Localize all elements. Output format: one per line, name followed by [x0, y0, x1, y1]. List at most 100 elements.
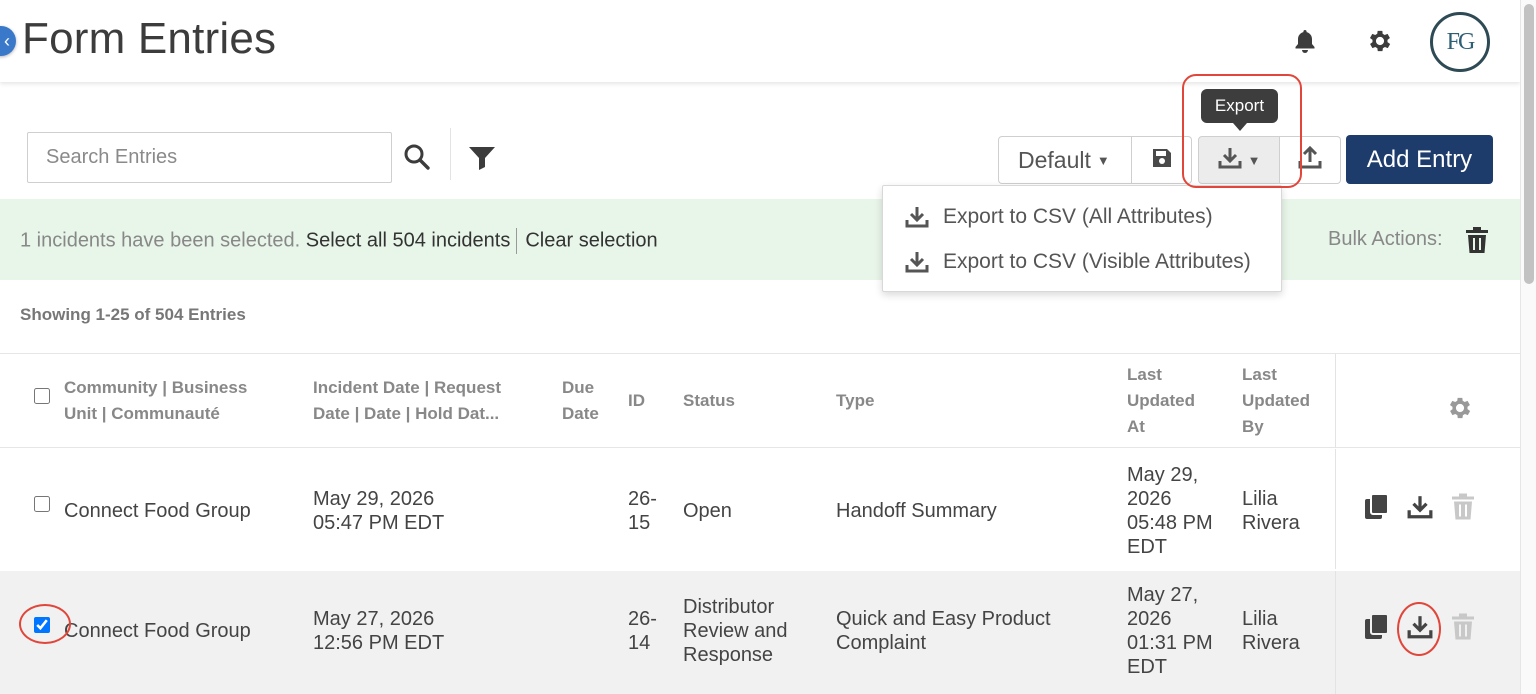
cell-line: 14	[628, 632, 651, 654]
cell-line: Lilia	[1242, 608, 1278, 630]
view-select[interactable]: Default ▼	[998, 136, 1132, 184]
cell-line: 12:56 PM EDT	[313, 632, 445, 654]
table-row[interactable]: Connect Food Group May 29, 2026 05:47 PM…	[0, 449, 1520, 569]
column-header-line: Due	[562, 378, 595, 397]
cell-line: 05:48 PM	[1127, 512, 1213, 534]
column-header-line: At	[1127, 417, 1145, 436]
cell-line: May 27,	[1127, 584, 1199, 606]
cell-line: Response	[683, 644, 774, 666]
copy-icon[interactable]	[1362, 491, 1392, 523]
column-header-line: Date | Date | Hold Dat...	[313, 404, 500, 423]
clear-selection-link[interactable]: Clear selection	[525, 229, 657, 251]
column-header-last-updated-at[interactable]: Last Updated At	[1127, 362, 1195, 440]
entries-count: Showing 1-25 of 504 Entries	[20, 305, 246, 324]
cell-line: 2026	[1127, 488, 1172, 510]
column-header-line: Unit | Communauté	[64, 404, 220, 423]
export-csv-visible-label: Export to CSV (Visible Attributes)	[943, 250, 1251, 273]
toolbar-divider	[450, 128, 451, 180]
cell-status: Open	[683, 500, 732, 522]
column-header-line: Last	[1127, 365, 1162, 384]
cell-line: Review and	[683, 620, 788, 642]
cell-line: Lilia	[1242, 488, 1278, 510]
copy-icon[interactable]	[1362, 611, 1392, 643]
cell-status: Distributor Review and Response	[683, 595, 788, 667]
column-header-line: Updated	[1127, 391, 1195, 410]
cell-line: 26-	[628, 608, 657, 630]
cell-line: 15	[628, 512, 651, 534]
cell-incident-date: May 27, 2026 12:56 PM EDT	[313, 607, 444, 655]
cell-line: May 29,	[1127, 464, 1199, 486]
cell-line: 26-	[628, 488, 657, 510]
cell-last-updated-at: May 27, 2026 01:31 PM EDT	[1127, 583, 1213, 679]
trash-icon[interactable]	[1464, 226, 1490, 254]
cell-line: Rivera	[1242, 512, 1300, 534]
selection-message: 1 incidents have been selected. Select a…	[20, 228, 658, 254]
cell-line: 2026	[1127, 608, 1172, 630]
gear-icon[interactable]	[1365, 26, 1395, 56]
page-header: ‹ Form Entries FG	[0, 0, 1520, 82]
avatar-initials: FG	[1446, 28, 1476, 55]
scrollbar[interactable]	[1520, 0, 1536, 694]
bell-icon[interactable]	[1290, 26, 1320, 56]
cell-line: May 29, 2026	[313, 488, 435, 510]
cell-line: Complaint	[836, 632, 927, 654]
cell-id: 26- 14	[628, 607, 657, 655]
user-avatar[interactable]: FG	[1430, 12, 1490, 72]
column-header-line: Last	[1242, 365, 1277, 384]
cell-line: Distributor	[683, 596, 775, 618]
column-header-status[interactable]: Status	[683, 388, 735, 414]
scroll-thumb[interactable]	[1524, 4, 1534, 284]
search-icon[interactable]	[400, 140, 434, 174]
cell-line: May 27, 2026	[313, 608, 435, 630]
annotation-highlight-export	[1182, 74, 1302, 188]
caret-down-icon: ▼	[1096, 152, 1110, 168]
floppy-disk-icon	[1151, 147, 1173, 174]
cell-line: Rivera	[1242, 632, 1300, 654]
cell-last-updated-by: Lilia Rivera	[1242, 487, 1300, 535]
export-csv-all-label: Export to CSV (All Attributes)	[943, 205, 1213, 228]
cell-line: 05:47 PM EDT	[313, 512, 445, 534]
table-header: Community | Business Unit | Communauté I…	[0, 353, 1520, 448]
column-header-community[interactable]: Community | Business Unit | Communauté	[64, 375, 247, 427]
add-entry-button[interactable]: Add Entry	[1346, 135, 1493, 184]
column-header-line: Incident Date | Request	[313, 378, 502, 397]
search-input[interactable]	[27, 132, 392, 183]
download-icon[interactable]	[1405, 491, 1435, 523]
column-header-line: By	[1242, 417, 1264, 436]
export-csv-visible-item[interactable]: Export to CSV (Visible Attributes)	[883, 241, 1283, 283]
column-header-line: Updated	[1242, 391, 1310, 410]
select-all-link[interactable]: Select all 504 incidents	[306, 229, 511, 251]
cell-last-updated-by: Lilia Rivera	[1242, 607, 1300, 655]
view-select-value: Default	[1018, 146, 1091, 173]
cell-community: Connect Food Group	[64, 500, 251, 522]
download-icon	[905, 205, 931, 229]
column-header-id[interactable]: ID	[628, 388, 645, 414]
column-settings-gear-icon[interactable]	[1445, 392, 1475, 424]
trash-icon[interactable]	[1448, 611, 1478, 643]
table-row[interactable]: Connect Food Group May 27, 2026 12:56 PM…	[0, 571, 1520, 694]
export-csv-all-item[interactable]: Export to CSV (All Attributes)	[883, 196, 1283, 238]
cell-id: 26- 15	[628, 487, 657, 535]
column-header-line: Community | Business	[64, 378, 248, 397]
filter-icon[interactable]	[466, 142, 498, 174]
cell-last-updated-at: May 29, 2026 05:48 PM EDT	[1127, 463, 1213, 559]
cell-type: Quick and Easy Product Complaint	[836, 607, 1051, 655]
column-header-last-updated-by[interactable]: Last Updated By	[1242, 362, 1310, 440]
annotation-highlight-checkbox	[19, 604, 71, 644]
cell-line: EDT	[1127, 656, 1167, 678]
column-divider	[1335, 449, 1336, 569]
banner-divider	[516, 228, 518, 254]
cell-incident-date: May 29, 2026 05:47 PM EDT	[313, 487, 444, 535]
column-header-due-date[interactable]: Due Date	[562, 375, 599, 427]
cell-community: Connect Food Group	[64, 620, 251, 642]
download-icon	[905, 250, 931, 274]
cell-type: Handoff Summary	[836, 500, 997, 522]
column-header-type[interactable]: Type	[836, 388, 874, 414]
select-all-checkbox[interactable]	[34, 388, 50, 404]
column-header-incident-date[interactable]: Incident Date | Request Date | Date | Ho…	[313, 375, 501, 427]
cell-line: 01:31 PM	[1127, 632, 1213, 654]
row-checkbox[interactable]	[34, 496, 50, 512]
back-button[interactable]: ‹	[0, 26, 16, 56]
trash-icon[interactable]	[1448, 491, 1478, 523]
export-menu: Export to CSV (All Attributes) Export to…	[882, 185, 1282, 292]
